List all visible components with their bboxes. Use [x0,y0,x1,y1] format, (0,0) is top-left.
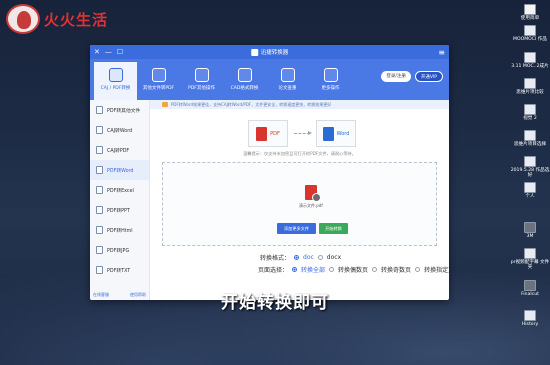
file-drop-area[interactable]: 演示文件.pdf 添加更多文件 开始转换 [162,162,437,246]
watermark: 火火生活 [6,4,108,34]
radio-specific-pages[interactable] [415,267,421,272]
tab-caj-pdf-convert[interactable]: CAJ / PDF转换 [94,62,137,100]
arrow-right-icon [294,130,312,135]
menu-icon[interactable]: ≡ [438,48,445,57]
folder-icon [524,156,536,167]
desktop-icon[interactable]: 2019.5.28 作品选好 [510,156,550,178]
pdf-ops-icon [194,68,209,82]
window-title: 迅捷转换器 [250,48,288,56]
folder-icon [524,248,536,259]
file-icon [96,166,103,174]
watermark-logo-icon [6,4,40,34]
close-icon[interactable]: ✕ [94,48,100,56]
title-bar: ✕ — ☐ 迅捷转换器 ≡ [90,45,449,59]
sidebar-item-pdf-to-txt[interactable]: PDF转TXT [90,260,149,280]
pdf-convert-icon [108,68,123,82]
plagiarism-icon [280,68,295,82]
notice-icon [162,102,168,107]
file-icon [96,266,103,274]
page-options: 页面选择： 转换全部 转换偶数页 转换奇数页 转换指定页面 [258,267,449,274]
desktop-icon[interactable]: MOOMOCI 作品 [510,25,550,42]
maximize-icon[interactable]: ☐ [117,48,123,56]
account-area: 登录/注册 开通VIP [381,71,443,82]
app-logo-icon [250,48,258,56]
desktop-icon[interactable]: 视觉 2 [510,104,550,121]
radio-even-pages[interactable] [329,267,335,272]
file-icon [96,186,103,194]
file-icon [96,146,103,154]
start-convert-button[interactable]: 开始转换 [319,223,348,234]
file-icon [96,126,103,134]
sidebar-item-pdf-to-other[interactable]: PDF转其他文件 [90,100,149,120]
video-subtitle: 开始转换即可 [221,293,329,313]
file-icon [96,206,103,214]
sidebar-item-caj-to-pdf[interactable]: CAJ转PDF [90,140,149,160]
folder-icon [524,104,536,115]
tab-other-to-pdf[interactable]: 其他文件转PDF [137,62,180,100]
desktop-icon[interactable]: 思维片项目选择 [510,130,550,147]
format-options: 转换格式： doc docx [260,254,342,262]
cad-icon [237,68,252,82]
folder-icon [524,222,536,233]
main-toolbar: CAJ / PDF转换 其他文件转PDF PDF其他操作 CAD格式转换 论文查… [90,59,449,100]
radio-docx[interactable] [317,255,323,260]
tab-plagiarism-check[interactable]: 论文查重 [266,62,309,100]
source-format-box: PDF [248,120,288,147]
tab-more-operations[interactable]: 更多操作 [309,62,352,100]
folder-icon [524,25,536,36]
to-pdf-icon [151,68,166,82]
folder-icon [524,52,536,63]
tab-cad-convert[interactable]: CAD格式转换 [223,62,266,100]
app-icon [524,4,536,15]
desktop-icon[interactable]: 思维片项比较 [510,78,550,95]
pdf-file-icon [304,185,321,202]
vip-button[interactable]: 开通VIP [414,71,443,82]
folder-icon [524,130,536,141]
sidebar-item-pdf-to-html[interactable]: PDF转Html [90,220,149,240]
minimize-icon[interactable]: — [105,48,112,56]
description-text: 温馨提示：仅支持未加密且可打开的PDF文件，请耐心等待。 [243,151,356,156]
sidebar: PDF转其他文件 CAJ转Word CAJ转PDF PDF转Word PDF转E… [90,100,150,300]
watermark-text: 火火生活 [44,10,109,29]
conversion-flow: PDF Word [248,120,356,147]
login-button[interactable]: 登录/注册 [381,71,411,82]
main-panel: PDF转Word效果更佳，支持CAJ转Word/PDF，文件更安全，转换速度更快… [150,100,449,300]
radio-doc[interactable] [294,255,300,260]
file-icon [96,106,103,114]
tab-pdf-operations[interactable]: PDF其他操作 [180,62,223,100]
desktop-icon[interactable]: 个人 [510,182,550,199]
sidebar-item-caj-to-word[interactable]: CAJ转Word [90,120,149,140]
desktop-icon[interactable]: 使用简单 [510,4,550,21]
desktop-icon[interactable]: 3.11 MOC..2成片 [510,52,550,69]
sidebar-item-pdf-to-jpg[interactable]: PDF转JPG [90,240,149,260]
radio-odd-pages[interactable] [372,267,378,272]
pdf-icon [256,126,268,141]
target-format-box: Word [316,120,356,147]
add-files-button[interactable]: 添加更多文件 [277,223,316,234]
sidebar-item-pdf-to-ppt[interactable]: PDF转PPT [90,200,149,220]
file-icon [96,246,103,254]
window-controls: ✕ — ☐ [94,48,123,56]
more-icon [323,68,338,82]
converter-window: ✕ — ☐ 迅捷转换器 ≡ CAJ / PDF转换 其他文件转PDF PDF其他… [90,45,449,300]
notice-bar: PDF转Word效果更佳，支持CAJ转Word/PDF，文件更安全，转换速度更快… [150,100,449,109]
desktop-icon[interactable]: pr视频配字幕 文件夹 [510,248,550,270]
folder-icon [524,182,536,193]
file-item[interactable]: 演示文件.pdf [299,185,323,209]
word-icon [322,126,334,141]
folder-icon [524,78,536,89]
sidebar-item-pdf-to-word[interactable]: PDF转Word [90,160,149,180]
radio-all-pages[interactable] [292,267,298,272]
desktop-icon[interactable]: 3M [510,222,550,239]
file-icon [96,226,103,234]
sidebar-item-pdf-to-excel[interactable]: PDF转Excel [90,180,149,200]
